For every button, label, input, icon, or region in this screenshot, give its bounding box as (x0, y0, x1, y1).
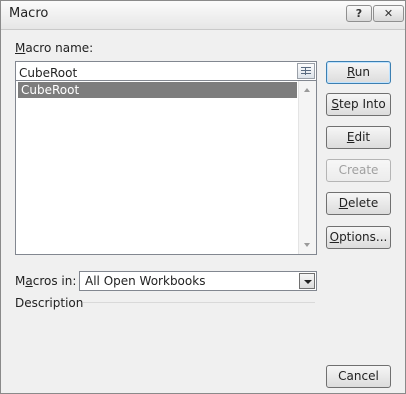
run-button[interactable]: Run (326, 61, 391, 84)
macros-in-value: All Open Workbooks (85, 274, 206, 288)
dialog-title: Macro (9, 6, 49, 21)
list-item[interactable]: CubeRoot (18, 82, 297, 98)
description-label: Description (15, 296, 84, 310)
close-icon: ✕ (383, 7, 394, 20)
description-divider (83, 302, 315, 303)
macro-name-field[interactable] (15, 61, 317, 81)
macro-name-input[interactable] (19, 65, 289, 81)
title-bar[interactable]: Macro ? ✕ (1, 1, 405, 30)
help-button[interactable]: ? (346, 5, 372, 22)
options-button[interactable]: Options... (326, 226, 391, 249)
macro-name-label: Macro name: (15, 41, 94, 55)
macros-in-dropdown[interactable]: All Open Workbooks (79, 271, 317, 291)
macro-list[interactable]: CubeRoot (15, 81, 317, 255)
macro-dialog: Macro ? ✕ Macro name: CubeRoot Run Step … (0, 0, 406, 394)
create-button[interactable]: Create (326, 159, 391, 182)
scroll-down-icon[interactable] (304, 243, 310, 247)
scroll-up-icon[interactable] (304, 88, 310, 92)
dropdown-button[interactable] (299, 273, 315, 289)
close-button[interactable]: ✕ (373, 5, 404, 22)
macros-in-label: Macros in: (15, 274, 77, 288)
step-into-button[interactable]: Step Into (326, 93, 391, 116)
delete-button[interactable]: Delete (326, 192, 391, 215)
help-icon: ? (355, 7, 363, 20)
list-scrollbar[interactable] (298, 81, 316, 254)
cancel-button[interactable]: Cancel (326, 365, 391, 388)
edit-button[interactable]: Edit (326, 126, 391, 149)
collapse-dialog-button[interactable] (297, 63, 315, 79)
ref-edit-icon (301, 67, 311, 75)
chevron-down-icon (304, 280, 312, 284)
